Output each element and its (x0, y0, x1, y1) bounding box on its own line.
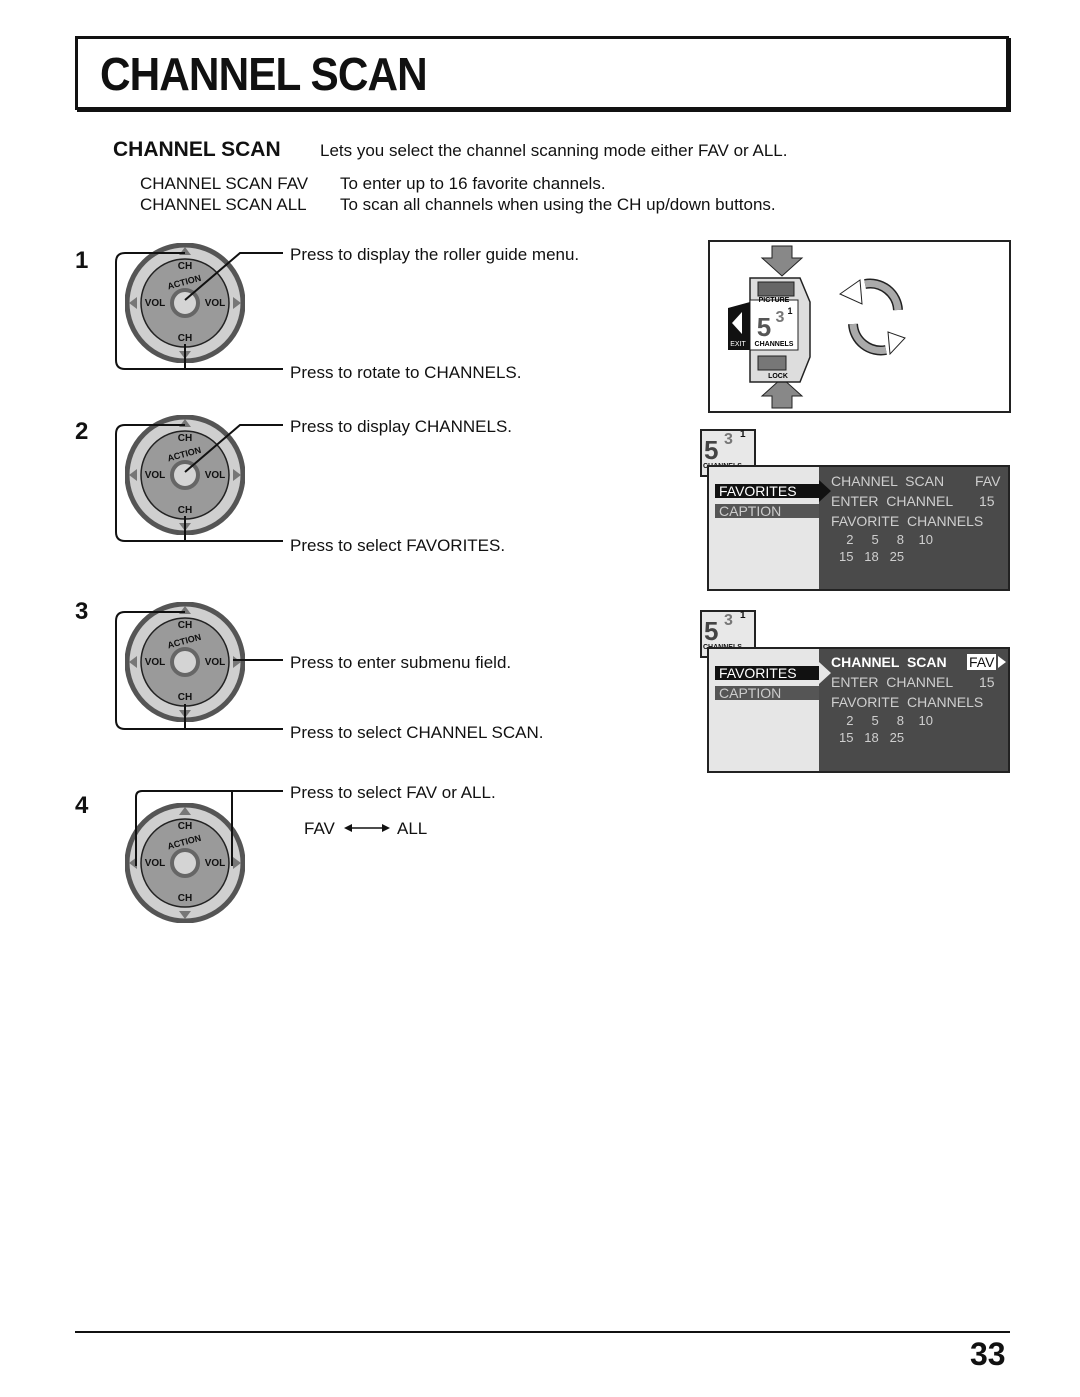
enter-channel-label: ENTER CHANNEL (831, 493, 954, 509)
roller-item-channels: CHANNELS (755, 341, 794, 348)
svg-text:VOL: VOL (205, 657, 226, 668)
channels-digit-1: 1 (787, 306, 792, 316)
svg-text:CH: CH (178, 821, 192, 832)
channels-menu-1: FAVORITES CAPTION CHANNEL SCAN FAV ENTER… (707, 465, 1010, 591)
page-title: CHANNEL SCAN (100, 48, 428, 100)
menu-item-caption[interactable]: CAPTION (715, 686, 819, 700)
channels-digit-3: 3 (776, 309, 785, 326)
menu-item-favorites[interactable]: FAVORITES (715, 484, 819, 498)
option-label-fav: CHANNEL SCAN FAV (140, 174, 309, 193)
ch-up-label: CH (178, 261, 192, 272)
channel-scan-label-selected[interactable]: CHANNEL SCAN (831, 654, 947, 670)
remote-action-pad-step1: CH CH VOL VOL ACTION (125, 243, 245, 363)
menu-item-caption[interactable]: CAPTION (715, 504, 819, 518)
step2-caption-1: Press to display CHANNELS. (290, 417, 513, 436)
step-number-4: 4 (75, 792, 89, 819)
enter-channel-value: 15 (979, 493, 995, 509)
roller-item-picture: PICTURE (759, 297, 790, 304)
svg-text:VOL: VOL (145, 657, 166, 668)
page-number: 33 (970, 1336, 1006, 1372)
double-arrow-icon (344, 824, 390, 832)
channels-menu-2: FAVORITES CAPTION CHANNEL SCAN FAV ENTER… (707, 647, 1010, 773)
svg-text:VOL: VOL (145, 858, 166, 869)
favorite-row-2: 15 18 25 (839, 730, 905, 745)
step3-caption-2: Press to select CHANNEL SCAN. (290, 723, 544, 742)
vol-left-label: VOL (145, 298, 166, 309)
menu-item-favorites[interactable]: FAVORITES (715, 666, 819, 680)
roller-item-lock: LOCK (768, 373, 788, 380)
channel-scan-value: FAV (975, 473, 1001, 489)
svg-text:CH: CH (178, 505, 192, 516)
arrow-down-icon (760, 245, 804, 277)
section-heading: CHANNEL SCAN (113, 138, 281, 161)
favorite-row-1: 2 5 8 10 (839, 532, 933, 547)
favorite-row-2: 15 18 25 (839, 549, 905, 564)
svg-text:CH: CH (178, 692, 192, 703)
roller-guide-panel: PICTURE 5 3 1 CHANNELS LOCK EXIT (708, 240, 1011, 413)
favorite-row-1: 2 5 8 10 (839, 713, 933, 728)
ch-down-label: CH (178, 333, 192, 344)
exit-label: EXIT (730, 341, 746, 348)
svg-text:CH: CH (178, 893, 192, 904)
step2-caption-2: Press to select FAVORITES. (290, 536, 506, 555)
step4-caption-1: Press to select FAV or ALL. (290, 783, 496, 802)
toggle-fav-label: FAV (304, 819, 335, 838)
channel-scan-label: CHANNEL SCAN (831, 473, 945, 489)
enter-channel-label: ENTER CHANNEL (831, 674, 954, 690)
channel-scan-value-selected[interactable]: FAV (967, 654, 997, 670)
option-text-fav: To enter up to 16 favorite channels. (340, 174, 606, 193)
enter-channel-value: 15 (979, 674, 995, 690)
svg-text:CH: CH (178, 433, 192, 444)
step1-caption-2: Press to rotate to CHANNELS. (290, 363, 522, 382)
step-number-2: 2 (75, 418, 89, 445)
svg-text:VOL: VOL (205, 470, 226, 481)
step-number-3: 3 (75, 598, 89, 625)
svg-text:CH: CH (178, 620, 192, 631)
remote-action-pad-step2: CH CH VOL VOL ACTION (125, 415, 245, 535)
footer-rule (75, 1331, 1010, 1333)
option-label-all: CHANNEL SCAN ALL (140, 195, 307, 214)
toggle-all-label: ALL (397, 819, 428, 838)
option-text-all: To scan all channels when using the CH u… (340, 195, 776, 214)
right-arrow-icon (998, 656, 1006, 668)
section-description: Lets you select the channel scanning mod… (320, 141, 788, 160)
favorite-channels-label: FAVORITE CHANNELS (831, 694, 984, 710)
svg-text:VOL: VOL (145, 470, 166, 481)
page-title-box: CHANNEL SCAN (75, 36, 1009, 110)
channels-digit-5: 5 (757, 312, 771, 342)
favorite-channels-label: FAVORITE CHANNELS (831, 513, 984, 529)
vol-right-label: VOL (205, 298, 226, 309)
remote-action-pad-step3: CH CH VOL VOL ACTION (125, 602, 245, 722)
remote-action-pad-step4: CH CH VOL VOL ACTION (125, 803, 245, 923)
step1-caption-1: Press to display the roller guide menu. (290, 245, 580, 264)
svg-text:VOL: VOL (205, 858, 226, 869)
step-number-1: 1 (75, 247, 89, 274)
rotate-icon (838, 278, 906, 356)
step3-caption-1: Press to enter submenu field. (290, 653, 512, 672)
